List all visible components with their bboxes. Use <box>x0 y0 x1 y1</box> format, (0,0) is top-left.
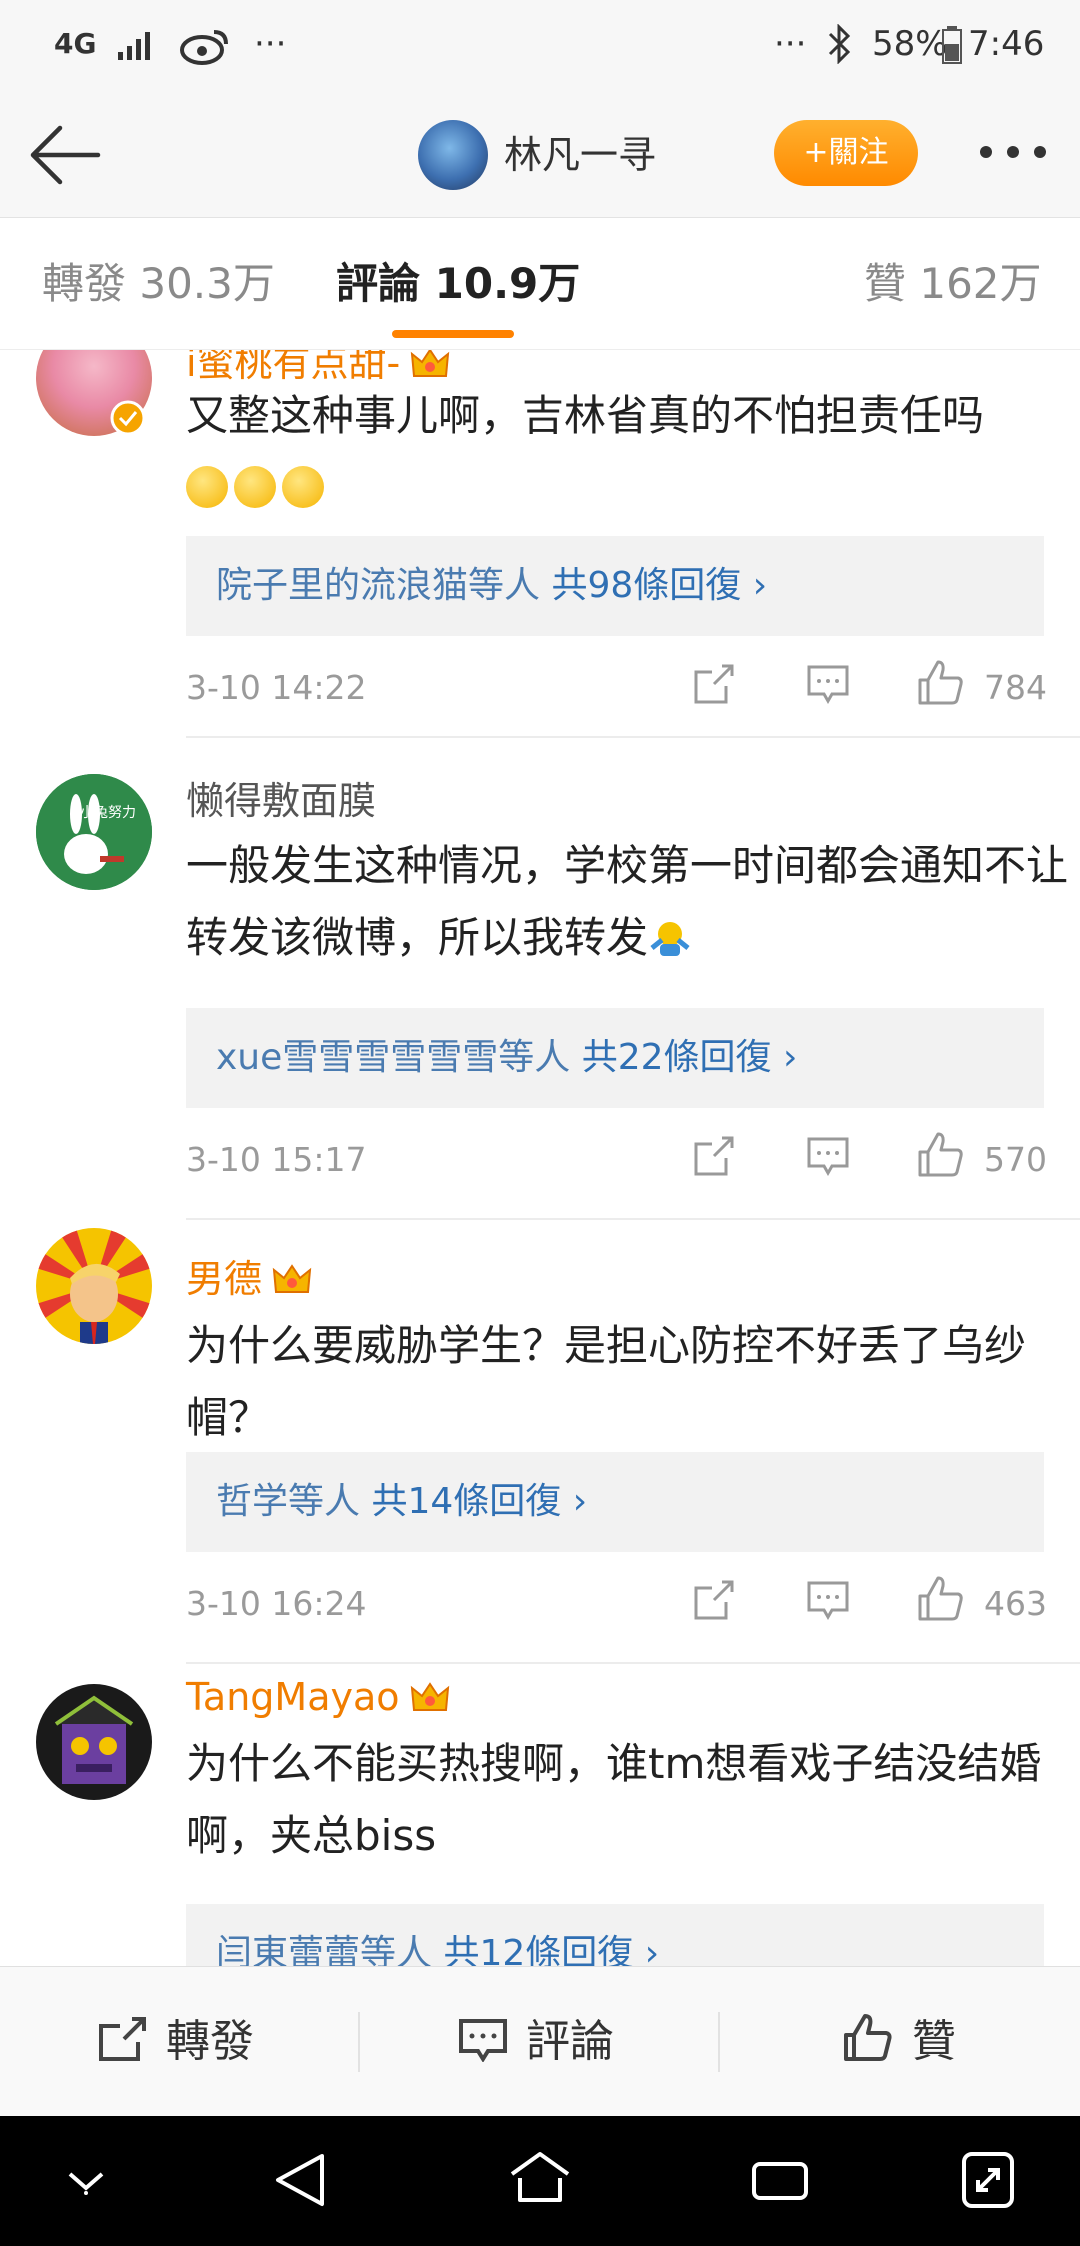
share-icon[interactable] <box>692 662 736 706</box>
bottom-action-bar: 轉發 評論 贊 <box>0 1966 1080 2116</box>
battery-percent: 58% <box>872 24 948 64</box>
bluetooth-icon <box>828 24 851 64</box>
shrug-emoji-icon <box>650 922 690 956</box>
emoji-icon <box>282 466 324 508</box>
repost-button[interactable]: 轉發 <box>98 1967 254 2117</box>
share-icon[interactable] <box>692 1578 736 1622</box>
verified-badge-icon <box>110 400 146 436</box>
comment-time: 3-10 15:17 <box>186 1140 367 1179</box>
comment-icon[interactable] <box>806 1136 850 1176</box>
comment-list: i蜜桃有点甜- 又整这种事儿啊，吉林省真的不怕担责任吗 院子里的流浪猫等人 共9… <box>0 350 1080 1966</box>
bunny-avatar-icon <box>36 774 152 890</box>
like-button[interactable]: 贊 <box>842 1967 956 2117</box>
comment-avatar[interactable] <box>36 1228 152 1344</box>
vip-crown-icon <box>411 350 450 377</box>
network-indicator: 4G <box>54 27 97 60</box>
comment-avatar[interactable] <box>36 1684 152 1800</box>
cartoon-avatar-icon <box>36 1228 152 1344</box>
back-nav-icon[interactable] <box>272 2150 328 2210</box>
reply-summary[interactable]: 院子里的流浪猫等人 共98條回復 › <box>186 536 1044 636</box>
tab-repost[interactable]: 轉發 30.3万 <box>42 218 275 350</box>
comment-username[interactable]: TangMayao <box>186 1674 450 1720</box>
separator <box>358 2012 360 2072</box>
emoji-icon <box>234 466 276 508</box>
like-icon[interactable] <box>916 658 964 706</box>
like-icon <box>844 2014 892 2061</box>
robot-avatar-icon <box>36 1684 152 1800</box>
divider <box>186 1218 1080 1220</box>
follow-button[interactable]: +關注 <box>774 120 918 186</box>
comment-icon <box>459 2019 507 2063</box>
comment-icon[interactable] <box>806 664 850 704</box>
divider <box>186 736 1080 738</box>
reply-summary[interactable]: xue雪雪雪雪雪雪等人 共22條回復 › <box>186 1008 1044 1108</box>
comment-button[interactable]: 評論 <box>458 1967 614 2117</box>
recents-nav-icon[interactable] <box>750 2156 810 2204</box>
tab-likes[interactable]: 贊 162万 <box>864 218 1042 350</box>
like-count: 463 <box>984 1584 1047 1623</box>
reply-summary[interactable]: 闫東蕾蕾等人 共12條回復 › <box>186 1904 1044 1966</box>
author-name[interactable]: 林凡一寻 <box>504 120 656 190</box>
top-nav-bar: 林凡一寻 +關注 <box>0 92 1080 218</box>
back-arrow-icon[interactable] <box>28 122 104 188</box>
active-tab-indicator <box>392 330 514 338</box>
avatar-badge-text: 小兔努力 <box>80 805 136 821</box>
like-count: 570 <box>984 1140 1047 1179</box>
share-icon[interactable] <box>692 1134 736 1178</box>
tab-bar: 轉發 30.3万 評論 10.9万 贊 162万 <box>0 218 1080 350</box>
home-nav-icon[interactable] <box>508 2150 572 2206</box>
status-overflow-right: ··· <box>774 24 807 64</box>
emoji-icon <box>186 466 228 508</box>
comment-text: 为什么不能买热搜啊，谁tm想看戏子结没结婚啊，夹总biss <box>186 1739 1042 1860</box>
repost-icon <box>99 2017 146 2061</box>
comment-text: 一般发生这种情况，学校第一时间都会通知不让转发该微博，所以我转发 <box>186 841 1069 962</box>
clock: 7:46 <box>968 24 1045 64</box>
vip-crown-icon <box>410 1682 449 1711</box>
vip-crown-icon <box>272 1264 312 1293</box>
status-bar: 4G ··· ··· 58% 7:46 <box>0 0 1080 92</box>
comment-icon[interactable] <box>806 1580 850 1620</box>
like-icon[interactable] <box>916 1574 964 1622</box>
more-dots-icon[interactable] <box>978 144 1048 160</box>
comment-time: 3-10 16:24 <box>186 1584 367 1623</box>
comment-text: 为什么要威胁学生？是担心防控不好丢了乌纱帽？ <box>186 1321 1027 1442</box>
system-navigation-bar <box>0 2116 1080 2246</box>
divider <box>186 1662 1080 1664</box>
comment-username[interactable]: 懒得敷面膜 <box>186 778 376 824</box>
signal-icon <box>118 32 150 60</box>
comment-text: 又整这种事儿啊，吉林省真的不怕担责任吗 <box>186 380 1080 524</box>
weibo-icon <box>180 30 228 65</box>
comment-time: 3-10 14:22 <box>186 668 367 707</box>
hide-keyboard-icon[interactable] <box>64 2166 108 2196</box>
comment-username[interactable]: 男德 <box>186 1256 312 1302</box>
status-overflow-left: ··· <box>254 24 287 64</box>
author-avatar[interactable] <box>418 120 488 190</box>
like-count: 784 <box>984 668 1047 707</box>
like-icon[interactable] <box>916 1130 964 1178</box>
comment-avatar[interactable]: 小兔努力 <box>36 774 152 890</box>
reply-summary[interactable]: 哲学等人 共14條回復 › <box>186 1452 1044 1552</box>
battery-icon <box>942 26 962 64</box>
separator <box>718 2012 720 2072</box>
expand-nav-icon[interactable] <box>960 2150 1016 2210</box>
